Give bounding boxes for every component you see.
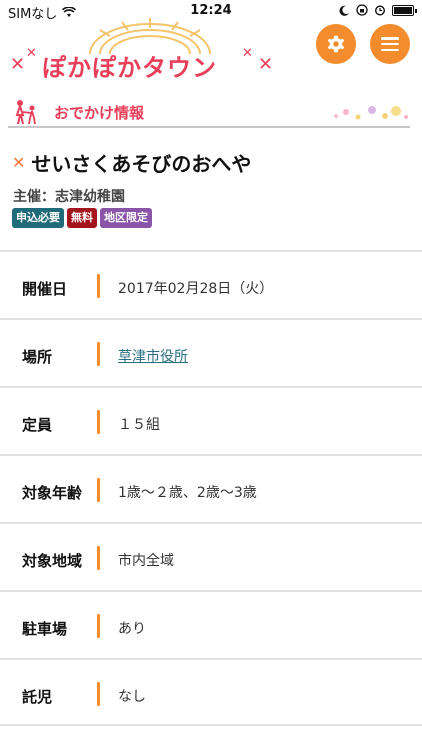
- info-separator: [97, 274, 100, 298]
- tag-free: 無料: [67, 208, 97, 228]
- info-row-target-area: 対象地域 市内全域: [0, 522, 422, 590]
- event-info-table: 開催日 2017年02月28日（火） 場所 草津市役所 定員 １５組 対象年齢 …: [0, 250, 422, 726]
- info-row-location: 場所 草津市役所: [0, 318, 422, 386]
- info-separator: [97, 478, 100, 502]
- info-label: 駐車場: [22, 620, 68, 638]
- info-separator: [97, 546, 100, 570]
- info-value: 2017年02月28日（火）: [118, 281, 274, 297]
- info-value: あり: [118, 621, 146, 637]
- logo-x-decor-left: ✕: [10, 54, 26, 75]
- info-label: 定員: [22, 416, 53, 434]
- info-value: １５組: [118, 417, 160, 433]
- event-organizer: 主催：志津幼稚園: [13, 189, 125, 205]
- info-row-target-age: 対象年齢 1歳〜２歳、2歳〜3歳: [0, 454, 422, 522]
- info-separator: [97, 614, 100, 638]
- logo-x-decor-left-small: ✕: [26, 46, 37, 61]
- event-title: せいさくあそびのおへや: [31, 152, 252, 176]
- menu-button[interactable]: [370, 24, 410, 64]
- app-header: ✕ ✕ ぽかぽかタウン ✕ ✕: [0, 18, 422, 84]
- moon-icon: [339, 5, 349, 16]
- family-walking-icon: [15, 100, 36, 125]
- logo-x-decor-right-small: ✕: [242, 46, 253, 61]
- logo-text: ぽかぽかタウン: [42, 54, 217, 82]
- info-label: 対象年齢: [22, 484, 83, 502]
- info-value: 1歳〜２歳、2歳〜3歳: [118, 485, 257, 501]
- settings-button[interactable]: [316, 24, 356, 64]
- gear-icon: [327, 35, 345, 53]
- category-label: おでかけ情報: [54, 104, 145, 122]
- info-value: 市内全域: [118, 553, 174, 569]
- lock-rotation-icon: [356, 4, 368, 16]
- x-mark-icon: ✕: [12, 153, 26, 172]
- info-row-parking: 駐車場 あり: [0, 590, 422, 658]
- info-separator: [97, 342, 100, 366]
- info-label: 開催日: [22, 280, 68, 298]
- alarm-icon: [374, 5, 386, 16]
- event-title-row: ✕ せいさくあそびのおへや: [12, 148, 251, 177]
- event-tags: 申込必要 無料 地区限定: [12, 208, 152, 228]
- tag-area-limited: 地区限定: [100, 208, 152, 228]
- decorative-dots-icon: [334, 106, 408, 120]
- tag-application-required: 申込必要: [12, 208, 64, 228]
- status-right: [339, 4, 417, 16]
- info-label: 対象地域: [22, 552, 83, 570]
- info-separator: [97, 410, 100, 434]
- info-row-childcare: 託児 なし: [0, 658, 422, 726]
- info-value: なし: [118, 689, 146, 705]
- logo-x-decor-right: ✕: [258, 54, 274, 75]
- app-logo[interactable]: ✕ ✕ ぽかぽかタウン ✕ ✕: [10, 18, 290, 82]
- category-bar: おでかけ情報: [8, 96, 410, 128]
- info-row-capacity: 定員 １５組: [0, 386, 422, 454]
- info-label: 場所: [22, 348, 53, 366]
- hamburger-icon: [381, 37, 399, 51]
- info-label: 託児: [22, 688, 53, 706]
- location-link[interactable]: 草津市役所: [118, 346, 188, 366]
- info-row-date: 開催日 2017年02月28日（火）: [0, 250, 422, 318]
- info-separator: [97, 682, 100, 706]
- battery-icon: [392, 4, 417, 16]
